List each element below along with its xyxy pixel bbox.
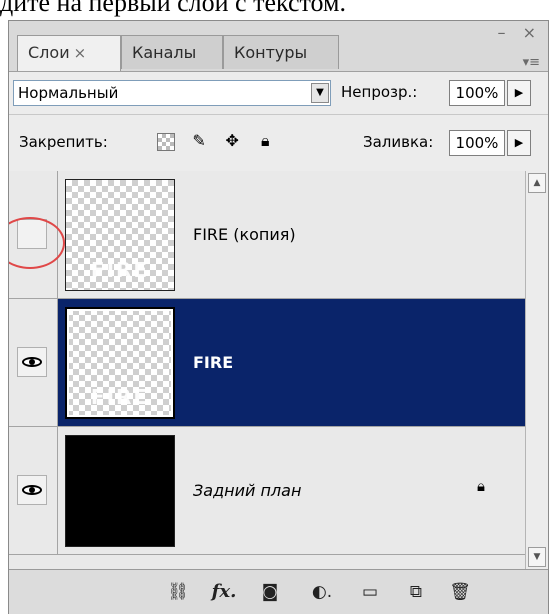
tab-channels[interactable]: Каналы xyxy=(121,35,223,69)
blend-row: Нормальный ▼ Непрозр.: 100% ▶ xyxy=(9,71,548,114)
layer-name[interactable]: FIRE (копия) xyxy=(193,171,296,298)
layer-thumbnail: FIRE xyxy=(65,179,175,291)
opacity-label: Непрозр.: xyxy=(341,83,418,101)
trash-icon[interactable]: 🗑︎ xyxy=(445,580,475,604)
scroll-down-button[interactable]: ▼ xyxy=(528,547,546,567)
layer-row-fire[interactable]: FIRE FIRE xyxy=(9,299,525,427)
thumbnail-text: FIRE xyxy=(90,258,150,282)
scrollbar[interactable]: ▲ ▼ xyxy=(525,171,548,569)
scroll-up-button[interactable]: ▲ xyxy=(528,173,546,193)
chevron-down-icon[interactable]: ▼ xyxy=(311,83,329,103)
fill-arrow-button[interactable]: ▶ xyxy=(507,130,531,156)
tab-layers-label: Слои xyxy=(28,43,70,62)
eye-icon xyxy=(22,485,42,495)
visibility-cell xyxy=(9,171,58,298)
fill-label: Заливка: xyxy=(363,133,434,151)
layer-thumbnail: FIRE xyxy=(65,307,175,419)
tab-paths-label: Контуры xyxy=(234,43,308,62)
layer-name[interactable]: Задний план xyxy=(193,427,301,554)
layer-thumbnail xyxy=(65,435,175,547)
layers-list: FIRE FIRE (копия) FIRE FIRE Задний план … xyxy=(9,171,525,569)
close-icon[interactable]: × xyxy=(74,44,87,62)
checker-lock-icon[interactable] xyxy=(155,131,177,151)
fill-input[interactable]: 100% xyxy=(449,130,505,156)
eye-icon xyxy=(22,357,42,367)
tab-layers[interactable]: Слои × xyxy=(17,35,121,71)
blend-mode-select[interactable]: Нормальный ▼ xyxy=(13,80,331,106)
link-icon[interactable]: ⛓ xyxy=(163,580,193,604)
panel-window-controls[interactable]: – × xyxy=(498,23,543,42)
tab-channels-label: Каналы xyxy=(132,43,197,62)
lock-icons: ✎ ✥ 🔒︎ xyxy=(155,131,282,151)
adjustment-icon[interactable]: ◐. xyxy=(305,580,339,604)
mask-icon[interactable]: ◙ xyxy=(255,580,285,604)
visibility-cell xyxy=(9,427,58,554)
layer-name[interactable]: FIRE xyxy=(193,299,233,426)
folder-icon[interactable]: ▭ xyxy=(355,580,385,604)
panel-menu-icon[interactable]: ▾≡ xyxy=(523,55,540,70)
opacity-arrow-button[interactable]: ▶ xyxy=(507,80,531,106)
new-layer-icon[interactable]: ⧉ xyxy=(401,580,431,604)
tab-paths[interactable]: Контуры xyxy=(223,35,339,69)
blend-mode-value: Нормальный xyxy=(18,84,119,102)
move-lock-icon[interactable]: ✥ xyxy=(221,131,243,150)
padlock-icon: 🔒︎ xyxy=(477,477,485,495)
fx-icon[interactable]: fx. xyxy=(207,580,241,604)
opacity-input[interactable]: 100% xyxy=(449,80,505,106)
instruction-caption: дите на первый слой с текстом. xyxy=(0,0,346,17)
thumbnail-text: FIRE xyxy=(90,385,150,409)
layers-panel: – × ▾≡ Слои × Каналы Контуры Нормальный ▼… xyxy=(8,20,549,614)
fx-label: fx xyxy=(211,581,231,602)
visibility-toggle[interactable] xyxy=(17,219,47,249)
lock-label: Закрепить: xyxy=(19,133,108,151)
layer-row-background[interactable]: Задний план 🔒︎ xyxy=(9,427,525,555)
padlock-icon[interactable]: 🔒︎ xyxy=(254,131,276,151)
brush-lock-icon[interactable]: ✎ xyxy=(188,131,210,150)
lock-row: Закрепить: ✎ ✥ 🔒︎ Заливка: 100% ▶ xyxy=(9,114,548,172)
visibility-cell xyxy=(9,299,58,426)
layers-toolbar: ⛓ fx. ◙ ◐. ▭ ⧉ 🗑︎ xyxy=(9,569,548,614)
layer-row-fire-copy[interactable]: FIRE FIRE (копия) xyxy=(9,171,525,299)
